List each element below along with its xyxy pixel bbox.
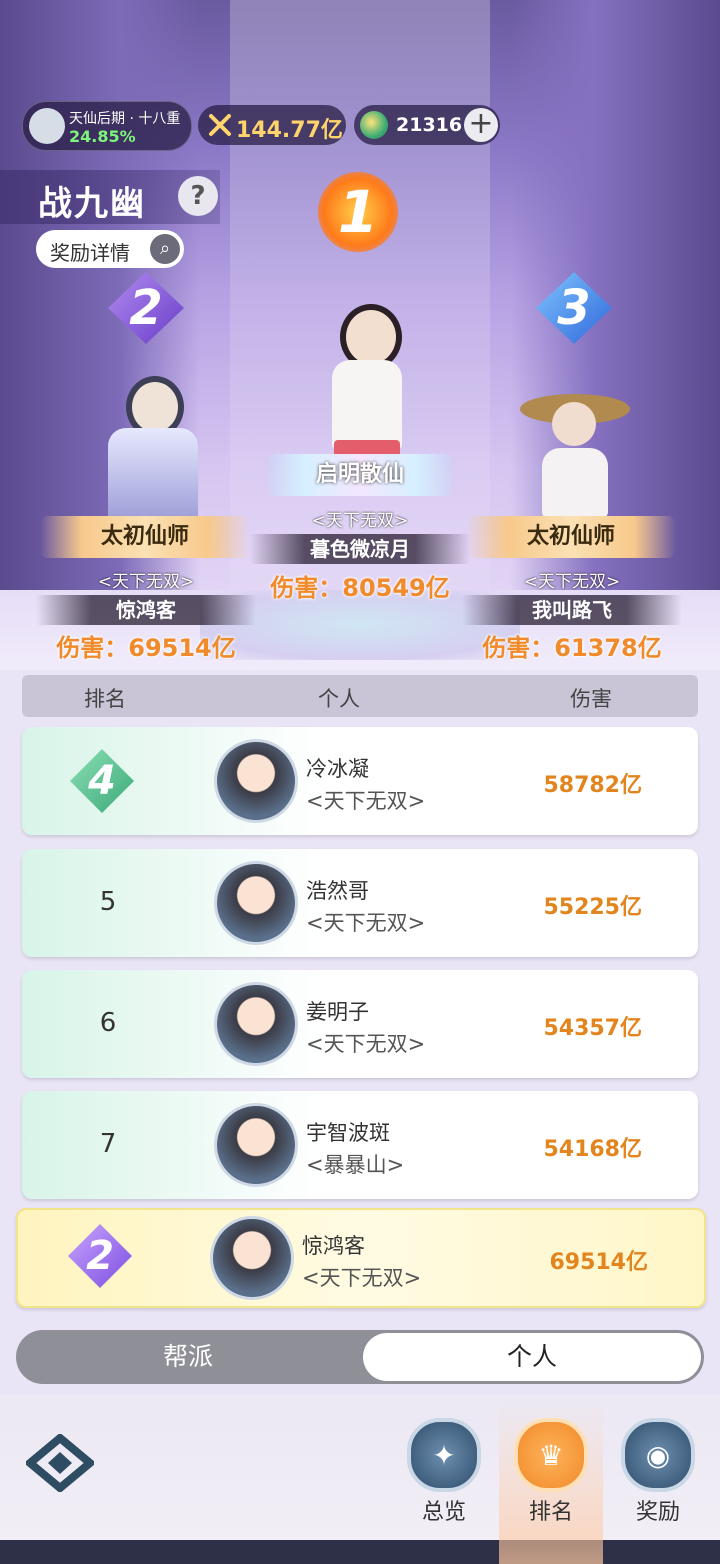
- avatar[interactable]: [210, 1216, 294, 1300]
- help-button[interactable]: ?: [178, 176, 218, 216]
- table-row[interactable]: 6 姜明子 <天下无双> 54357亿: [22, 970, 698, 1078]
- combat-power-value: 144.77亿: [236, 118, 343, 143]
- realm-avatar-icon: [29, 108, 65, 144]
- realm-progress: 24.85%: [69, 127, 136, 146]
- currency-value: 21316: [396, 114, 463, 136]
- table-row[interactable]: 4 冷冰凝 <天下无双> 58782亿: [22, 727, 698, 835]
- character-body: [542, 448, 608, 518]
- rank-3-title: 太初仙师: [466, 516, 676, 558]
- game-logo-icon[interactable]: [26, 1434, 94, 1492]
- rank-3-name[interactable]: 我叫路飞: [462, 595, 682, 625]
- header-damage: 伤害: [570, 687, 612, 711]
- avatar[interactable]: [214, 739, 298, 823]
- damage-value: 55225亿: [543, 895, 642, 920]
- realm-panel[interactable]: 天仙后期 · 十八重 24.85%: [22, 101, 192, 151]
- character-rank-3[interactable]: [520, 386, 630, 526]
- rank-1-guild: <天下无双>: [311, 511, 409, 531]
- table-row[interactable]: 5 浩然哥 <天下无双> 55225亿: [22, 849, 698, 957]
- ranking-type-toggle: 帮派 个人: [16, 1330, 704, 1384]
- overview-icon: ✦: [407, 1418, 481, 1492]
- rank-number: 5: [99, 887, 117, 917]
- player-guild: <天下无双>: [306, 911, 426, 935]
- reward-details-label: 奖励详情: [50, 241, 130, 265]
- magnifier-icon: ⌕: [150, 234, 180, 264]
- nav-label: 奖励: [635, 1500, 680, 1525]
- player-name: 宇智波斑: [306, 1121, 390, 1145]
- jade-coin-icon: [360, 111, 388, 139]
- nav-reward[interactable]: ◉ 奖励: [618, 1418, 698, 1526]
- add-currency-button[interactable]: +: [464, 108, 498, 142]
- rank-2-guild: <天下无双>: [97, 572, 195, 592]
- rank-1-name[interactable]: 暮色微凉月: [250, 534, 470, 564]
- nav-label: 排名: [528, 1500, 573, 1525]
- rank-1-damage: 伤害：80549亿: [270, 574, 450, 602]
- damage-value: 58782亿: [543, 773, 642, 798]
- rank-4-badge: 4: [70, 749, 134, 813]
- rank-1-title: 启明散仙: [268, 454, 452, 496]
- avatar[interactable]: [214, 982, 298, 1066]
- combat-power-panel[interactable]: 144.77亿: [198, 105, 346, 145]
- damage-value: 69514亿: [549, 1250, 648, 1275]
- player-name: 冷冰凝: [306, 757, 369, 781]
- my-rank-badge: 2: [68, 1224, 132, 1288]
- rank-3-guild: <天下无双>: [523, 572, 621, 592]
- player-guild: <天下无双>: [302, 1266, 422, 1290]
- nav-ranking[interactable]: ♛ 排名: [511, 1418, 591, 1526]
- tab-personal[interactable]: 个人: [363, 1333, 701, 1381]
- nav-label: 总览: [421, 1500, 466, 1525]
- reward-icon: ◉: [621, 1418, 695, 1492]
- rank-2-name[interactable]: 惊鸿客: [36, 595, 256, 625]
- rank-2-title: 太初仙师: [40, 516, 250, 558]
- ranking-table-header: 排名 个人 伤害: [22, 675, 698, 717]
- rank-number: 6: [99, 1008, 117, 1038]
- my-ranking-row[interactable]: 2 惊鸿客 <天下无双> 69514亿: [16, 1208, 706, 1308]
- header-rank: 排名: [84, 687, 126, 711]
- bottom-strip: [0, 1540, 720, 1564]
- table-row[interactable]: 7 宇智波斑 <暴暴山> 54168亿: [22, 1091, 698, 1199]
- avatar[interactable]: [214, 861, 298, 945]
- player-name: 浩然哥: [306, 879, 369, 903]
- damage-value: 54357亿: [543, 1016, 642, 1041]
- realm-title: 天仙后期 · 十八重: [69, 111, 181, 127]
- tab-guild[interactable]: 帮派: [16, 1330, 360, 1384]
- currency-panel[interactable]: 21316 +: [354, 105, 500, 145]
- rank-3-damage: 伤害：61378亿: [482, 634, 662, 662]
- page-title: 战九幽: [38, 184, 146, 224]
- player-guild: <天下无双>: [306, 1032, 426, 1056]
- character-body: [332, 360, 402, 450]
- player-guild: <暴暴山>: [306, 1153, 405, 1177]
- reward-details-button[interactable]: 奖励详情 ⌕: [36, 230, 184, 268]
- header-player: 个人: [318, 687, 360, 711]
- character-head: [552, 402, 596, 446]
- damage-value: 54168亿: [543, 1137, 642, 1162]
- avatar[interactable]: [214, 1103, 298, 1187]
- rank-number: 7: [99, 1129, 117, 1159]
- bottom-nav-bar: [0, 1395, 720, 1564]
- rank-2-damage: 伤害：69514亿: [56, 634, 236, 662]
- crossed-swords-icon: [209, 114, 231, 136]
- player-guild: <天下无双>: [306, 789, 426, 813]
- nav-overview[interactable]: ✦ 总览: [404, 1418, 484, 1526]
- player-name: 惊鸿客: [302, 1234, 365, 1258]
- player-name: 姜明子: [306, 1000, 369, 1024]
- rank-1-flame-badge: 1: [318, 172, 398, 252]
- ranking-icon: ♛: [514, 1418, 588, 1492]
